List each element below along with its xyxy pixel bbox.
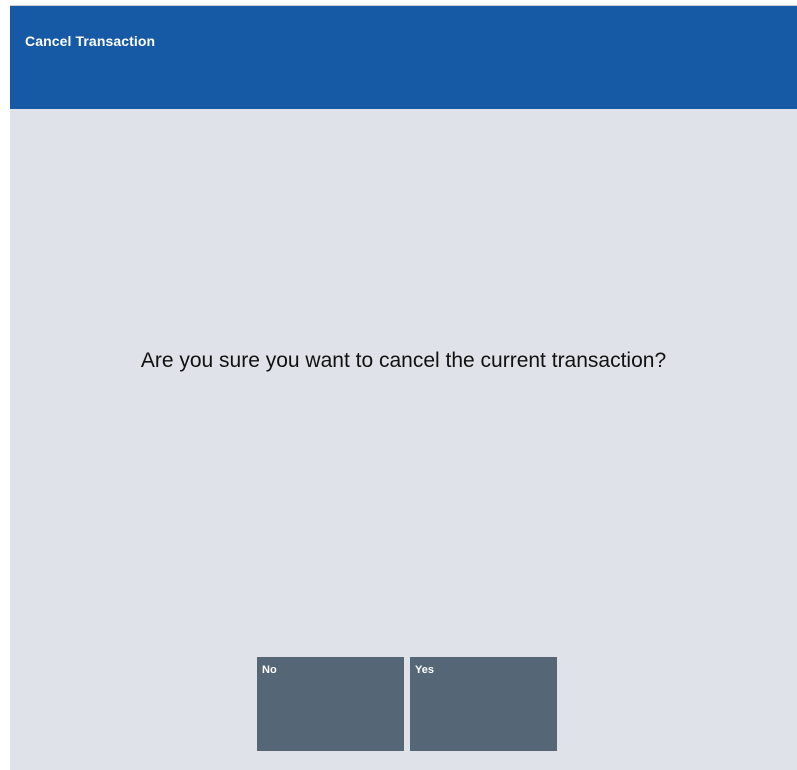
no-button[interactable]: No — [257, 657, 404, 751]
confirmation-message: Are you sure you want to cancel the curr… — [140, 349, 667, 372]
screen-title: Cancel Transaction — [25, 33, 156, 49]
title-bar: Cancel Transaction — [10, 6, 797, 109]
yes-button-label: Yes — [415, 664, 434, 676]
cancel-transaction-screen: Cancel Transaction Are you sure you want… — [10, 5, 797, 770]
yes-button[interactable]: Yes — [410, 657, 557, 751]
no-button-label: No — [262, 664, 277, 676]
